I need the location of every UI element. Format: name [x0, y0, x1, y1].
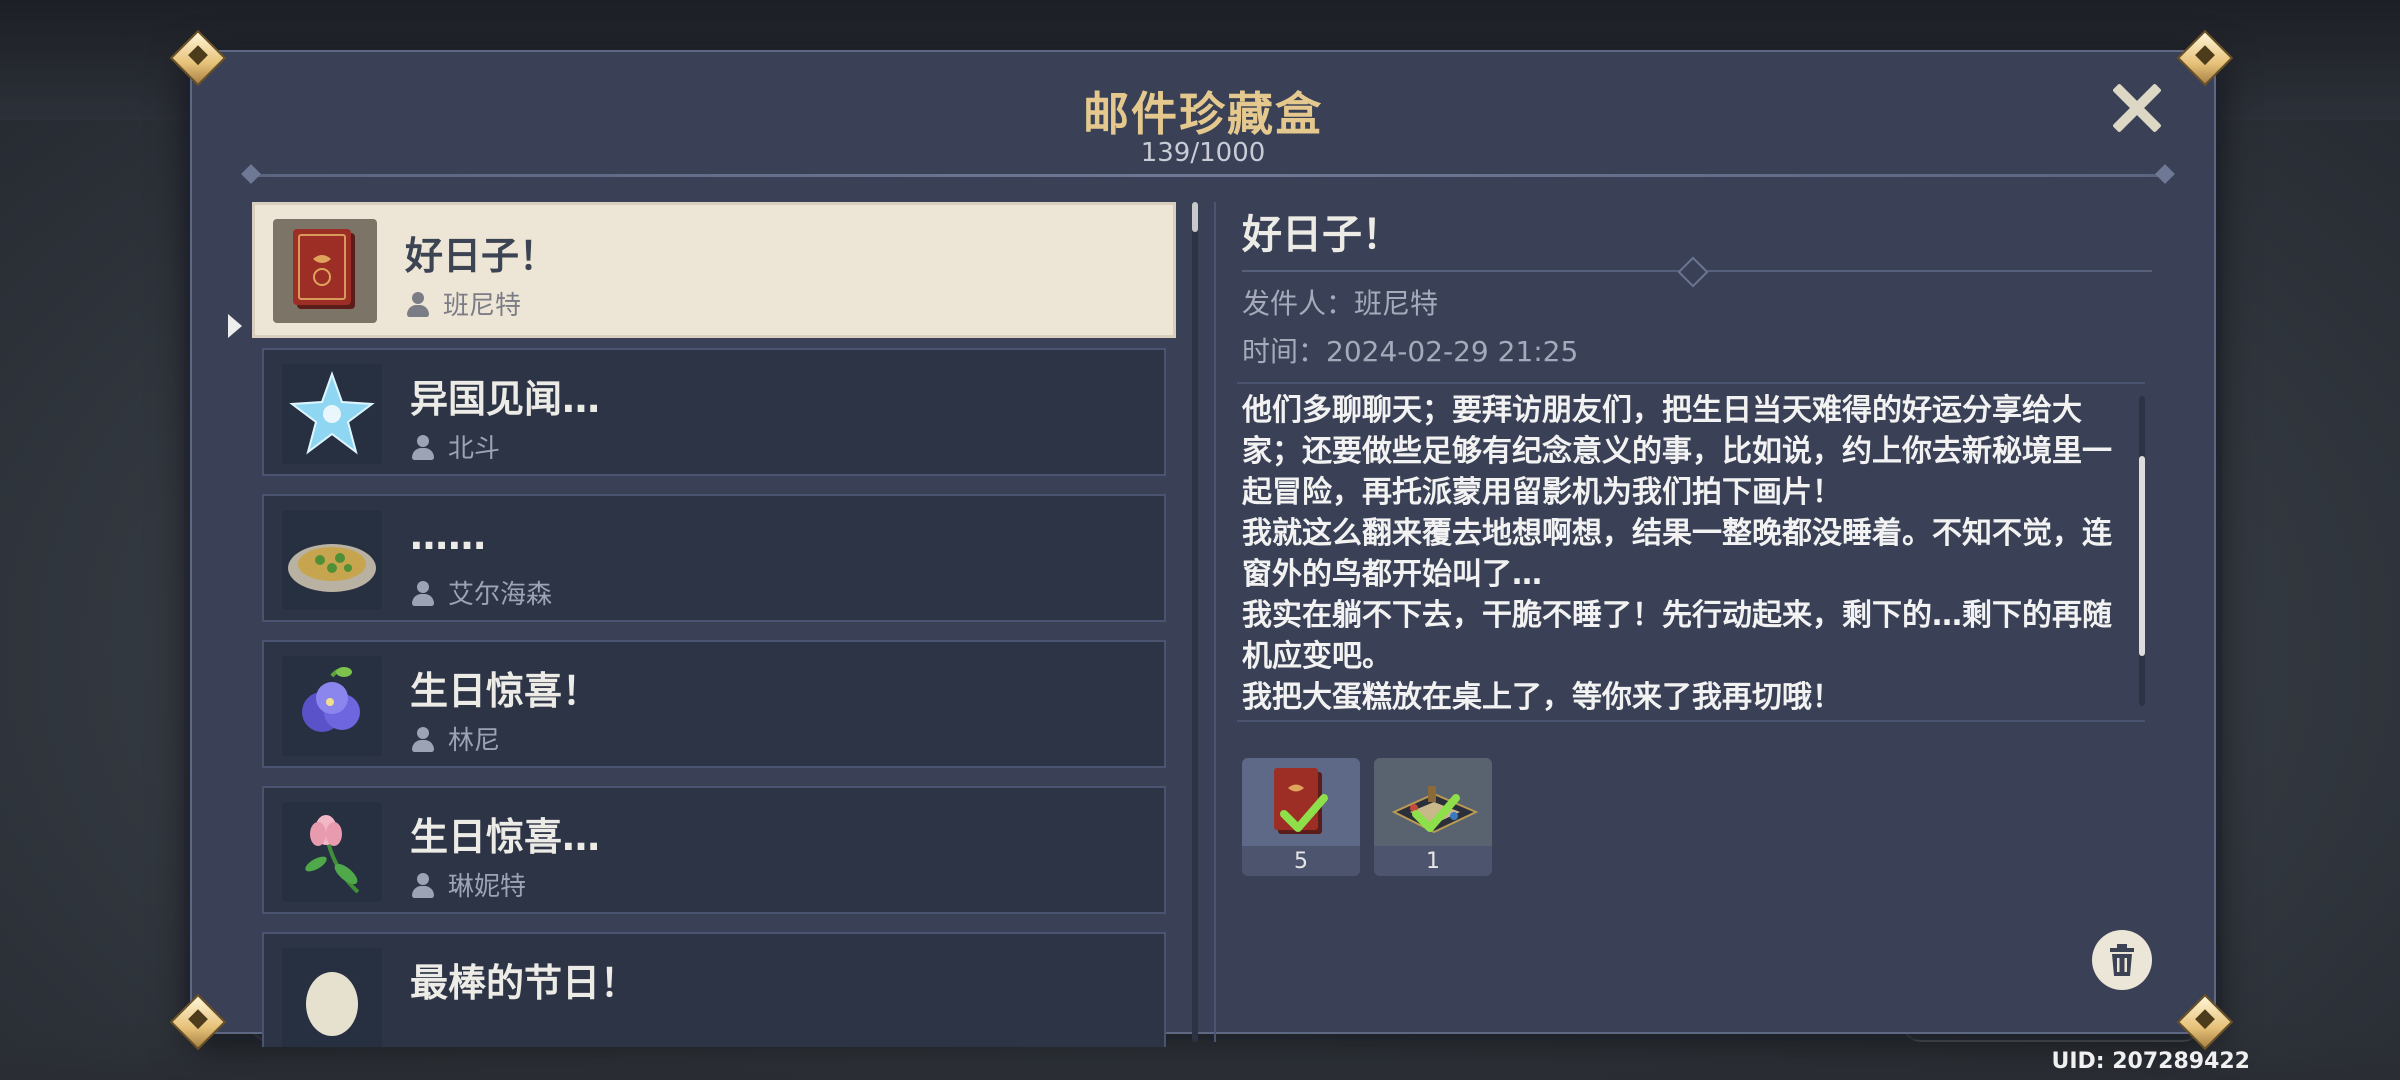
selection-arrow-icon: [228, 314, 242, 338]
mail-sender-name: 琳妮特: [448, 872, 527, 902]
mail-title: 最棒的节日！: [410, 961, 639, 1005]
person-icon: [405, 290, 431, 318]
mail-item[interactable]: 生日惊喜… 琳妮特: [262, 786, 1166, 914]
trash-icon: [2110, 944, 2134, 976]
red-book-icon: [273, 219, 377, 323]
message-paragraph: 他们多聊聊天；要拜访朋友们，把生日当天难得的好运分享给大家；还要做些足够有纪念意…: [1242, 393, 2112, 510]
message-sender: 发件人：班尼特: [1242, 287, 1439, 320]
mail-collection-dialog: 邮件珍藏盒 139/1000 好日子！ 班尼特 异国见闻… 北斗 …… 艾尔海森…: [190, 50, 2216, 1047]
message-body[interactable]: 他们多聊聊天；要拜访朋友们，把生日当天难得的好运分享给大家；还要做些足够有纪念意…: [1237, 382, 2145, 722]
message-time: 时间：2024-02-29 21:25: [1242, 335, 1579, 368]
close-icon[interactable]: [2108, 80, 2164, 136]
mail-item[interactable]: …… 艾尔海森: [262, 494, 1166, 622]
message-paragraph: 我实在躺不下去，干脆不睡了！先行动起来，剩下的…剩下的再随机应变吧。: [1242, 598, 2112, 674]
mail-title: 生日惊喜！: [410, 669, 601, 713]
uid-label: UID: 207289422: [2051, 1049, 2250, 1074]
mail-sender: 北斗: [410, 428, 500, 465]
mail-sender: 琳妮特: [410, 866, 526, 903]
mail-sender-name: 班尼特: [443, 291, 522, 321]
mail-sender-name: 艾尔海森: [448, 580, 553, 610]
message-divider: [1242, 270, 2152, 272]
person-icon: [410, 433, 436, 461]
check-icon: [1412, 794, 1460, 832]
mail-list[interactable]: 好日子！ 班尼特 异国见闻… 北斗 …… 艾尔海森 生日惊喜！ 林尼 生日惊喜……: [252, 202, 1184, 1047]
blue-flower-icon: [282, 656, 382, 756]
mail-title: ……: [410, 514, 486, 558]
mail-sender: 班尼特: [405, 285, 521, 322]
message-scrollbar[interactable]: [2139, 396, 2145, 706]
message-paragraph: 我把大蛋糕放在桌上了，等你来了我再切哦！: [1242, 680, 1842, 715]
delete-button[interactable]: [2092, 930, 2152, 990]
pane-divider: [1214, 202, 1216, 1042]
mail-list-scrollbar[interactable]: [1192, 202, 1198, 1042]
person-icon: [410, 871, 436, 899]
attachment-item[interactable]: 5: [1242, 758, 1360, 876]
mail-item[interactable]: 异国见闻… 北斗: [262, 348, 1166, 476]
food-plate-icon: [282, 510, 382, 610]
scrollbar-thumb[interactable]: [1192, 202, 1198, 232]
person-icon: [410, 579, 436, 607]
mail-sender-name: 北斗: [448, 434, 501, 464]
pink-flower-icon: [282, 802, 382, 902]
message-title: 好日子！: [1242, 212, 1402, 258]
mail-sender-name: 林尼: [448, 726, 501, 756]
mail-sender: 艾尔海森: [410, 574, 552, 611]
mail-title: 好日子！: [405, 234, 558, 278]
mail-count: 139/1000: [1140, 138, 1266, 168]
attachment-quantity: 1: [1426, 849, 1440, 874]
header-divider: [252, 174, 2164, 177]
attachment-quantity: 5: [1294, 849, 1308, 874]
scrollbar-thumb[interactable]: [2139, 456, 2145, 656]
blue-star-icon: [282, 364, 382, 464]
check-icon: [1280, 794, 1328, 832]
mail-item[interactable]: 生日惊喜！ 林尼: [262, 640, 1166, 768]
mail-item[interactable]: 最棒的节日！: [262, 932, 1166, 1047]
mail-title: 异国见闻…: [410, 377, 601, 421]
person-icon: [410, 725, 436, 753]
message-paragraph: 我就这么翻来覆去地想啊想，结果一整晚都没睡着。不知不觉，连窗外的鸟都开始叫了…: [1242, 516, 2112, 592]
dialog-title: 邮件珍藏盒: [1083, 87, 1323, 141]
attachment-item[interactable]: 1: [1374, 758, 1492, 876]
mail-item-selected[interactable]: 好日子！ 班尼特: [252, 202, 1176, 338]
egg-icon: [282, 948, 382, 1047]
mail-sender: 林尼: [410, 720, 500, 757]
mail-title: 生日惊喜…: [410, 815, 601, 859]
message-body-text: 他们多聊聊天；要拜访朋友们，把生日当天难得的好运分享给大家；还要做些足够有纪念意…: [1242, 390, 2122, 718]
